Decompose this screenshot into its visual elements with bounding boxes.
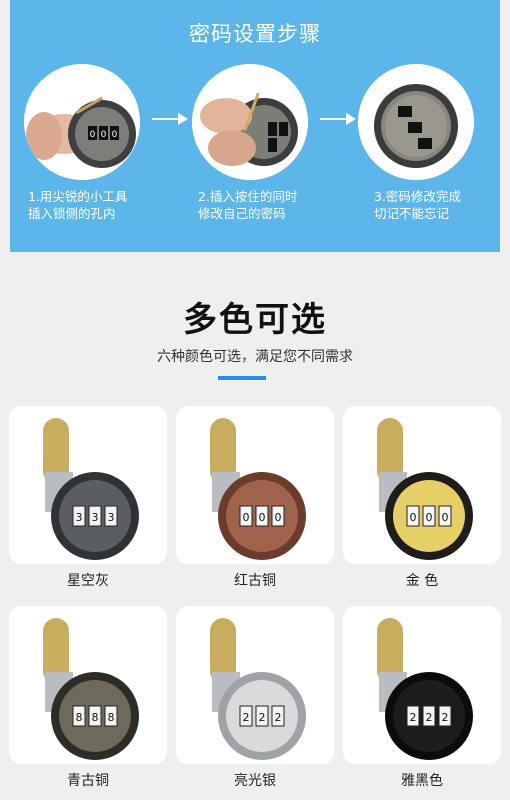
steps-section: 密码设置步骤 0 0 0 1.用尖锐的小工具 插入锁侧的孔内 2.插入按住的同时…: [0, 0, 510, 270]
step-2-image: [192, 64, 308, 180]
dial-digit: 0: [275, 511, 282, 524]
step1-dial-digit: 0: [90, 130, 96, 140]
step-3-text: 3.密码修改完成 切记不能忘记: [374, 188, 510, 222]
section-title: 多色可选: [183, 300, 327, 340]
dial-digit: 2: [259, 711, 266, 724]
dial-digit: 2: [426, 711, 433, 724]
dial-digit: 8: [108, 711, 115, 724]
dial-digit: 3: [92, 511, 99, 524]
lock-image: 888: [43, 618, 139, 760]
dial-digit: 3: [108, 511, 115, 524]
product-card[interactable]: 000: [343, 406, 501, 564]
step-2-line-2: 修改自己的密码: [198, 206, 286, 221]
step1-dial-digit: 0: [112, 130, 118, 140]
product-card[interactable]: 222: [343, 606, 501, 764]
dial-digit: 2: [442, 711, 449, 724]
product-card[interactable]: 888: [9, 606, 167, 764]
dial-digit: 2: [243, 711, 250, 724]
product-color-label: 亮光银: [234, 773, 276, 789]
dial-digit: 3: [76, 511, 83, 524]
product-color-label: 青古铜: [67, 773, 109, 789]
title-underline: [218, 376, 266, 380]
step-3-line-1: 3.密码修改完成: [374, 189, 461, 204]
dial-digit: 0: [410, 511, 417, 524]
step-1-line-1: 1.用尖锐的小工具: [28, 189, 128, 204]
step-1-image: 0 0 0: [24, 64, 140, 180]
dial-digit: 8: [76, 711, 83, 724]
product-card[interactable]: 000: [176, 406, 334, 564]
arrow-right-icon: [320, 113, 356, 125]
step-1-line-2: 插入锁侧的孔内: [28, 206, 116, 221]
dial-digit: 0: [442, 511, 449, 524]
dial-digit: 0: [259, 511, 266, 524]
dial-digit: 8: [92, 711, 99, 724]
dial-digit: 2: [275, 711, 282, 724]
step-2-line-1: 2.插入按住的同时: [198, 189, 298, 204]
lock-image: 222: [377, 618, 473, 760]
step-3-image: [358, 64, 474, 180]
product-color-label: 雅黑色: [401, 773, 443, 789]
dial-digit: 2: [410, 711, 417, 724]
lock-image: 222: [210, 618, 306, 760]
dial-digit: 0: [243, 511, 250, 524]
step-2-text: 2.插入按住的同时 修改自己的密码: [198, 188, 358, 222]
product-card[interactable]: 333: [9, 406, 167, 564]
product-color-label: 金 色: [405, 573, 439, 589]
step1-dial-digit: 0: [101, 130, 107, 140]
steps-title: 密码设置步骤: [189, 22, 321, 46]
step-3-line-2: 切记不能忘记: [374, 206, 450, 221]
dial-digit: 0: [426, 511, 433, 524]
step-1-text: 1.用尖锐的小工具 插入锁侧的孔内: [28, 188, 188, 222]
lock-image: 000: [210, 418, 306, 560]
product-color-label: 红古铜: [234, 573, 276, 589]
lock-image: 333: [43, 418, 139, 560]
product-color-label: 星空灰: [67, 573, 109, 589]
arrow-right-icon: [152, 113, 188, 125]
section-subtitle: 六种颜色可选，满足您不同需求: [157, 349, 353, 365]
lock-image: 000: [377, 418, 473, 560]
password-steps-panel: 密码设置步骤 0 0 0 1.用尖锐的小工具 插入锁侧的孔内 2.插入按住的同时…: [10, 0, 500, 252]
product-card[interactable]: 222: [176, 606, 334, 764]
